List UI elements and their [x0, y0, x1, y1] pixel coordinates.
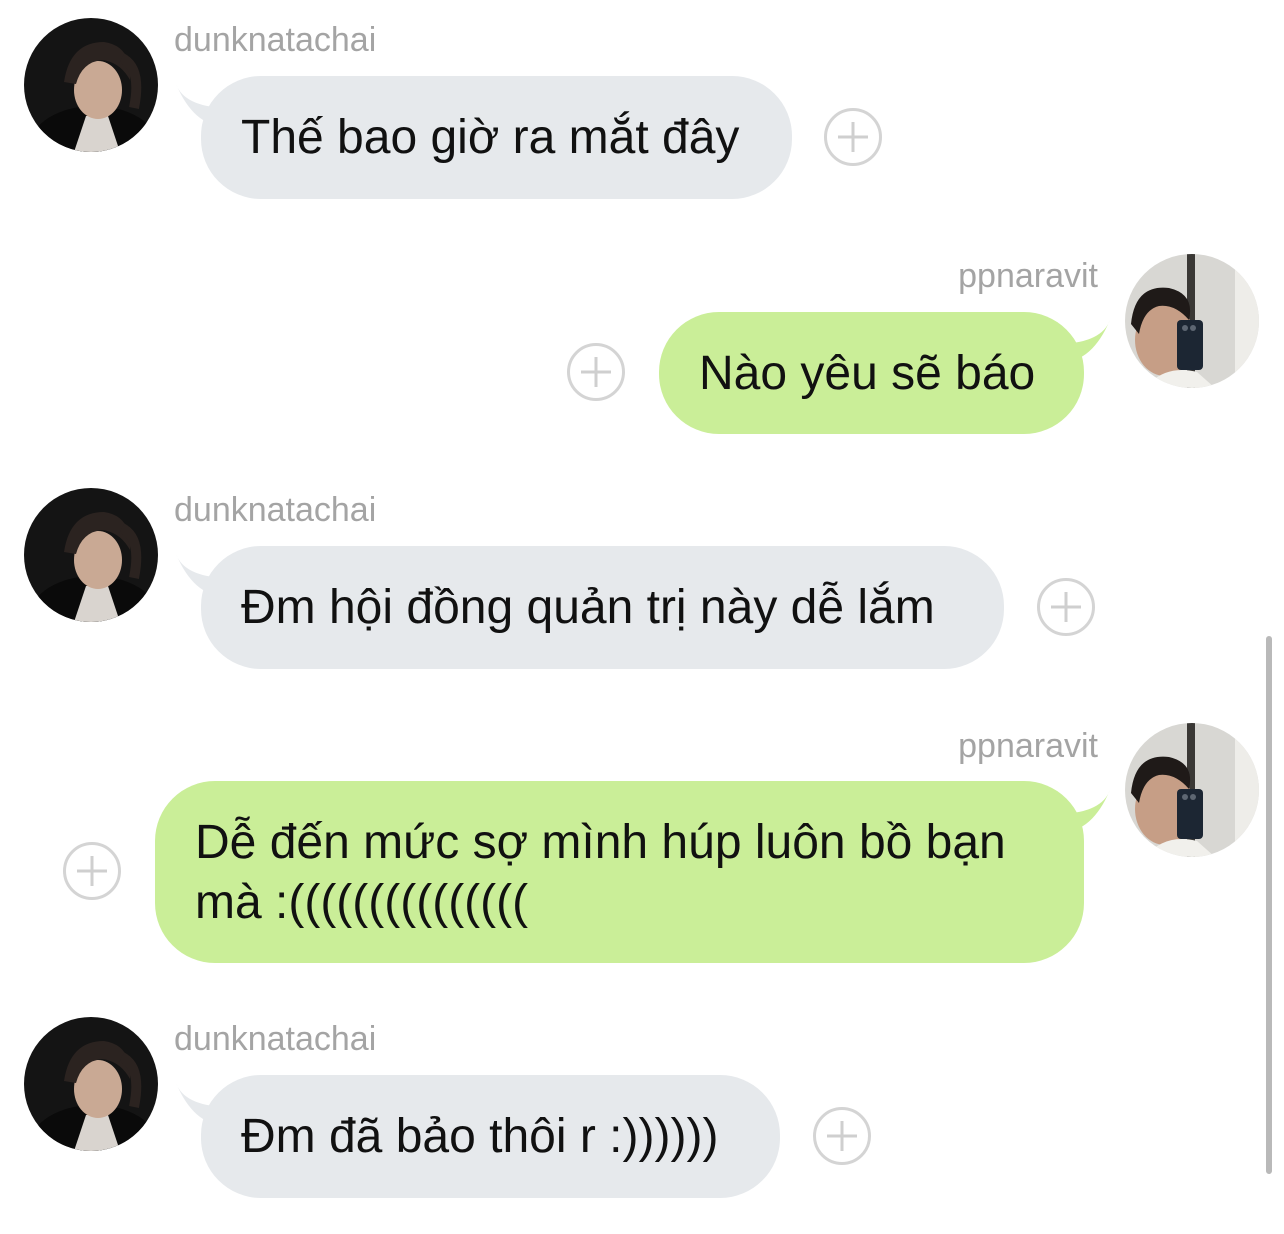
scrollbar[interactable]	[1266, 636, 1272, 1174]
chat-thread: dunknatachai Thế bao giờ ra mắt đây ppna…	[0, 0, 1284, 1234]
avatar-dunknatachai[interactable]	[24, 488, 158, 622]
sender-name: ppnaravit	[958, 257, 1098, 295]
avatar-photo-icon	[1125, 254, 1259, 388]
avatar-ppnaravit[interactable]	[1125, 723, 1259, 857]
message-bubble[interactable]: Dễ đến mức sợ mình húp luôn bồ bạn mà :(…	[155, 781, 1084, 963]
message-bubble[interactable]: Đm hội đồng quản trị này dễ lắm	[201, 546, 1004, 669]
avatar-dunknatachai[interactable]	[24, 18, 158, 152]
add-reaction-icon[interactable]	[63, 842, 121, 900]
sender-name: ppnaravit	[958, 727, 1098, 765]
message-text: Đm hội đồng quản trị này dễ lắm	[241, 581, 935, 634]
add-reaction-icon[interactable]	[567, 343, 625, 401]
message-bubble[interactable]: Nào yêu sẽ báo	[659, 312, 1084, 434]
message-text: Nào yêu sẽ báo	[699, 347, 1036, 400]
sender-name: dunknatachai	[174, 21, 377, 59]
add-reaction-icon[interactable]	[813, 1107, 871, 1165]
avatar-photo-icon	[1125, 723, 1259, 857]
message-text: Dễ đến mức sợ mình húp luôn bồ bạn mà :(…	[195, 816, 1006, 929]
sender-name: dunknatachai	[174, 491, 377, 529]
avatar-photo-icon	[24, 18, 158, 152]
sender-name: dunknatachai	[174, 1020, 377, 1058]
message-text: Thế bao giờ ra mắt đây	[241, 111, 740, 164]
avatar-photo-icon	[24, 1017, 158, 1151]
avatar-photo-icon	[24, 488, 158, 622]
avatar-dunknatachai[interactable]	[24, 1017, 158, 1151]
message-bubble[interactable]: Đm đã bảo thôi r :))))))	[201, 1075, 780, 1198]
add-reaction-icon[interactable]	[824, 108, 882, 166]
message-text: Đm đã bảo thôi r :))))))	[241, 1110, 719, 1163]
avatar-ppnaravit[interactable]	[1125, 254, 1259, 388]
add-reaction-icon[interactable]	[1037, 578, 1095, 636]
message-bubble[interactable]: Thế bao giờ ra mắt đây	[201, 76, 792, 199]
